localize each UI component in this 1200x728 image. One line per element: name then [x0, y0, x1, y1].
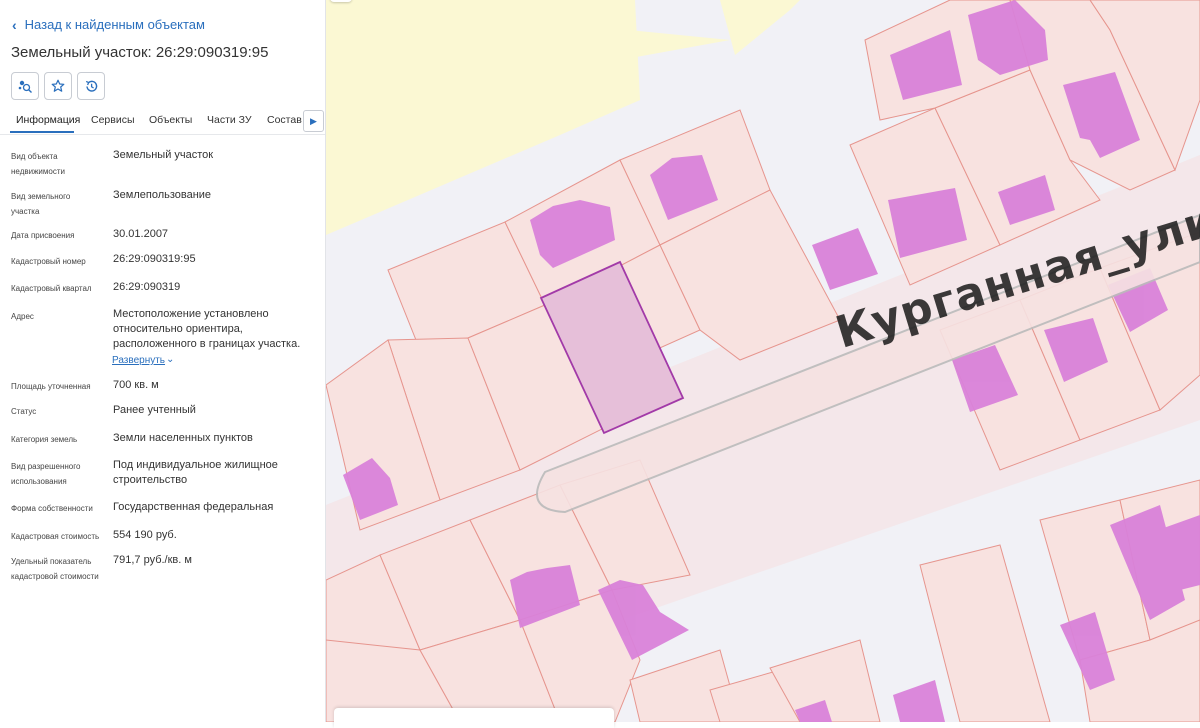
value-cadastral-value: 554 190 руб. [113, 529, 177, 541]
value-address: Местоположение установлено относительно … [113, 308, 301, 350]
chevron-left-icon: ‹ [12, 16, 17, 33]
label-ownership: Форма собственности [11, 504, 93, 513]
label-land-category: Категория земель [11, 435, 78, 444]
label-status: Статус [11, 407, 37, 416]
tabs-scroll-right-button[interactable]: ▶ [303, 110, 324, 132]
expand-link[interactable]: Развернуть [112, 355, 165, 366]
label-assign-date: Дата присвоения [11, 231, 75, 240]
value-object-type: Земельный участок [113, 149, 214, 161]
value-cadastral-quarter: 26:29:090319 [113, 281, 181, 293]
tab-bar: Информация Сервисы Объекты Части ЗУ Сост… [0, 108, 325, 135]
value-ownership: Государственная федеральная [113, 501, 274, 513]
map-layers-search-icon [18, 80, 32, 93]
back-link-label: Назад к найденным объектам [24, 17, 205, 32]
value-permitted-use: Под индивидуальное жилищное строительств… [113, 459, 278, 486]
history-button[interactable] [77, 72, 105, 100]
value-land-category: Земли населенных пунктов [113, 432, 253, 444]
cadastral-map[interactable]: Курганная_улиц [326, 0, 1200, 722]
active-tab-indicator [10, 131, 74, 133]
tab-land-parts[interactable]: Части ЗУ [207, 114, 252, 126]
map-top-control[interactable] [330, 0, 352, 2]
value-assign-date: 30.01.2007 [113, 228, 169, 240]
value-area: 700 кв. м [113, 379, 159, 391]
value-status: Ранее учтенный [113, 404, 196, 416]
chevron-down-icon[interactable]: ⌄ [166, 354, 174, 365]
label-land-type: Вид земельного участка [11, 192, 71, 216]
tab-services[interactable]: Сервисы [91, 114, 135, 126]
star-icon [51, 79, 65, 92]
favorite-button[interactable] [44, 72, 72, 100]
map-layers-search-button[interactable] [11, 72, 39, 100]
history-icon [85, 80, 97, 92]
label-area: Площадь уточненная [11, 382, 91, 391]
value-land-type: Землепользование [113, 189, 212, 201]
value-specific-value: 791,7 руб./кв. м [113, 554, 192, 566]
back-link[interactable]: ‹ Назад к найденным объектам [12, 17, 205, 32]
label-cadastral-number: Кадастровый номер [11, 257, 86, 266]
map-canvas[interactable] [326, 0, 1200, 722]
label-specific-value: Удельный показатель кадастровой стоимост… [11, 557, 99, 581]
info-panel: ‹ Назад к найденным объектам Земельный у… [0, 0, 326, 722]
tab-objects[interactable]: Объекты [149, 114, 192, 126]
caret-right-icon: ▶ [310, 115, 317, 126]
page-title: Земельный участок: 26:29:090319:95 [11, 44, 269, 61]
label-cadastral-quarter: Кадастровый квартал [11, 284, 92, 293]
value-cadastral-number: 26:29:090319:95 [113, 253, 196, 265]
map-bottom-bar[interactable] [334, 708, 614, 728]
label-address: Адрес [11, 312, 34, 321]
tab-information[interactable]: Информация [16, 114, 80, 126]
label-cadastral-value: Кадастровая стоимость [11, 532, 100, 541]
label-permitted-use: Вид разрешенного использования [11, 462, 81, 486]
label-object-type: Вид объекта недвижимости [11, 152, 65, 176]
